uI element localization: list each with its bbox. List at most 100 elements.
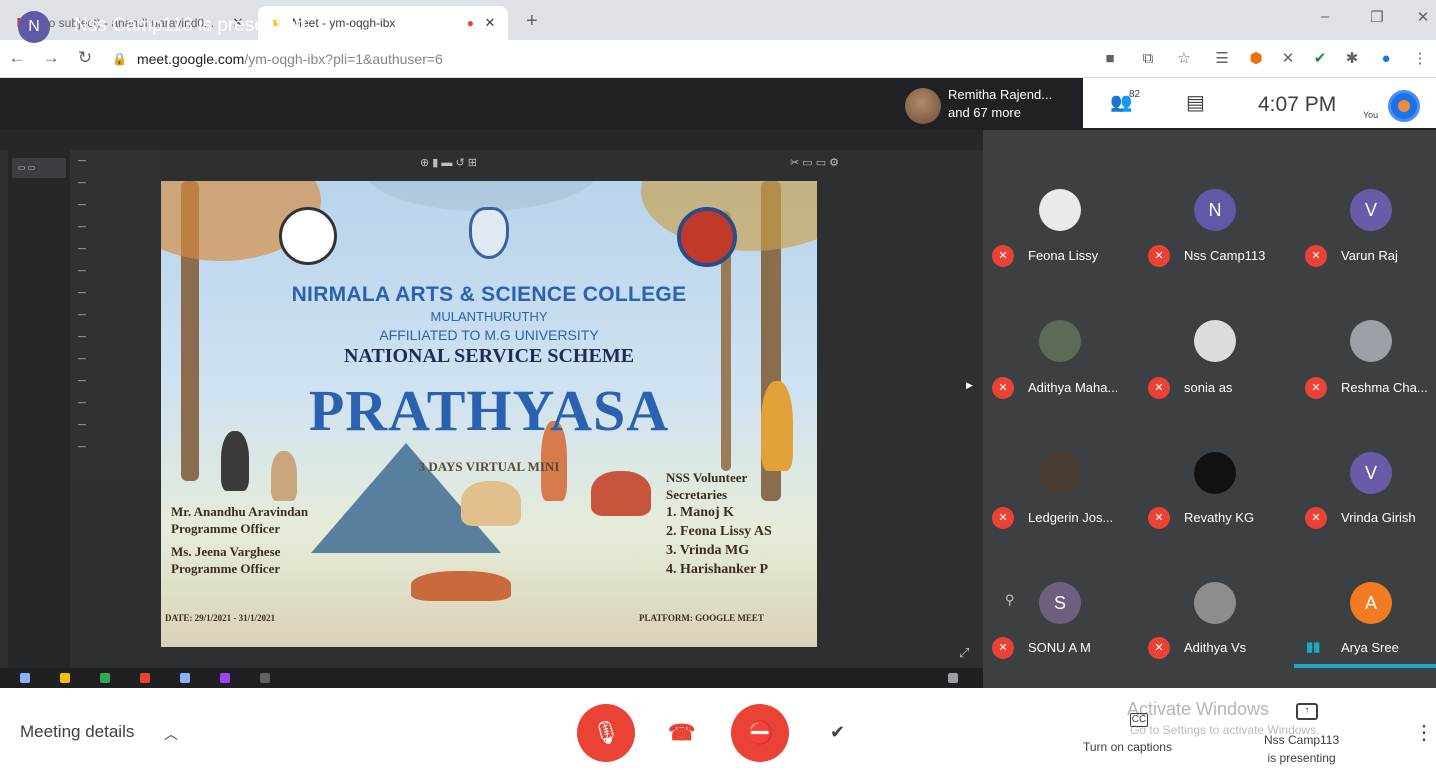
meeting-details-button[interactable]: Meeting details: [20, 722, 134, 742]
participant-name: Revathy KG: [1184, 510, 1255, 525]
slide-place: MULANTHURUTHY: [430, 309, 548, 324]
chevron-up-icon[interactable]: ︿: [164, 724, 178, 744]
menu-line: —: [78, 288, 86, 297]
check-icon[interactable]: ✔: [830, 722, 845, 743]
extension-icon[interactable]: ⬢: [1246, 49, 1266, 69]
presenting-title: Nss Camp113 is presenting: [74, 15, 306, 36]
pin-icon[interactable]: ⚲: [1005, 592, 1015, 608]
camper-illustration: [591, 471, 651, 516]
taskbar-app-icon: [948, 673, 958, 683]
menu-line: —: [78, 354, 86, 363]
mic-toggle-button[interactable]: 🎙: [577, 704, 635, 762]
camper-illustration: [461, 481, 521, 526]
slide-event-title: PRATHYASA: [308, 378, 670, 443]
menu-line: —: [78, 178, 86, 187]
participant-name: Feona Lissy: [1028, 248, 1099, 263]
back-icon[interactable]: ←: [6, 48, 28, 68]
reading-list-icon[interactable]: ☰: [1212, 49, 1232, 69]
close-tab-icon[interactable]: ✕: [482, 15, 498, 31]
captions-label[interactable]: Turn on captions: [1083, 740, 1172, 754]
camper-illustration: [411, 571, 511, 601]
you-label: You: [1363, 110, 1379, 120]
extension-x-icon[interactable]: ✕: [1278, 49, 1298, 69]
puzzle-icon[interactable]: ✱: [1342, 49, 1362, 69]
mic-off-icon: ✕: [992, 507, 1014, 529]
pointer-icon: ▶: [966, 380, 973, 390]
address-bar[interactable]: 🔒 meet.google.com /ym-oqgh-ibx?pli=1&aut…: [112, 44, 1072, 74]
volunteer-item: 1. Manoj K: [666, 505, 735, 520]
profile-icon[interactable]: ●: [1376, 49, 1396, 69]
others-avatar: [905, 88, 941, 124]
mic-off-icon: ✕: [992, 245, 1014, 267]
presenter-avatar: N: [18, 11, 50, 43]
present-now-icon[interactable]: ↑: [1296, 703, 1318, 720]
volunteers-heading-line2: Secretaries: [666, 487, 728, 502]
minimize-icon[interactable]: –: [1310, 8, 1340, 25]
menu-line: —: [78, 310, 86, 319]
officer1-name: Mr. Anandhu Aravindan: [171, 504, 309, 519]
browser-menu-icon[interactable]: ⋮: [1410, 49, 1430, 69]
others-summary[interactable]: Remitha Rajend... and 67 more: [948, 86, 1052, 122]
camera-toggle-button[interactable]: ⛔: [731, 704, 789, 762]
taskbar-app-icon: [260, 673, 270, 683]
slide-scheme: NATIONAL SERVICE SCHEME: [343, 345, 635, 367]
presenting-status[interactable]: Nss Camp113 is presenting: [1264, 731, 1339, 767]
taskbar-app-icon: [180, 673, 190, 683]
menu-line: —: [78, 376, 86, 385]
presented-slide: NIRMALA ARTS & SCIENCE COLLEGE MULANTHUR…: [161, 181, 817, 647]
presenting-line2: is presenting: [1267, 751, 1336, 765]
maximize-icon[interactable]: ❐: [1362, 8, 1392, 26]
translate-icon[interactable]: ⧉: [1138, 49, 1158, 69]
url-path: /ym-oqgh-ibx?pli=1&authuser=6: [244, 51, 443, 67]
tab-title: Meet - ym-oqgh-ibx: [292, 16, 396, 30]
mic-off-icon: ✕: [1305, 377, 1327, 399]
forward-icon[interactable]: →: [40, 48, 62, 68]
others-line1: Remitha Rajend...: [948, 87, 1053, 102]
more-options-icon[interactable]: ⋮: [1414, 720, 1434, 745]
shared-context-menu: — — — — — — — — — — — — — —: [70, 150, 160, 480]
participant-name: Varun Raj: [1341, 248, 1398, 263]
officers-block: Mr. Anandhu Aravindan Programme Officer …: [171, 503, 308, 577]
slide-college-name: NIRMALA ARTS & SCIENCE COLLEGE: [291, 283, 687, 306]
participant-name: Arya Sree: [1341, 640, 1399, 655]
mic-off-icon: ✕: [1148, 245, 1170, 267]
nss-logo: [677, 207, 737, 267]
mic-off-icon: ✕: [1305, 245, 1327, 267]
participant-avatar: N: [1194, 189, 1236, 231]
menu-line: —: [78, 442, 86, 451]
reload-icon[interactable]: ↻: [74, 48, 96, 68]
participant-avatar: A: [1350, 582, 1392, 624]
participant-avatar: S: [1039, 582, 1081, 624]
chat-icon[interactable]: ▤: [1186, 90, 1205, 115]
close-window-icon[interactable]: ✕: [1408, 8, 1436, 26]
officer2-name: Ms. Jeena Varghese: [171, 544, 281, 559]
fullscreen-expand-icon[interactable]: ⤢: [959, 645, 969, 661]
menu-line: —: [78, 244, 86, 253]
slide-date: DATE: 29/1/2021 - 31/1/2021: [165, 613, 276, 623]
slide-platform: PLATFORM: GOOGLE MEET: [639, 613, 764, 623]
volunteer-item: 4. Harishanker P: [666, 562, 769, 577]
menu-line: —: [78, 332, 86, 341]
menu-line: —: [78, 200, 86, 209]
new-tab-button[interactable]: +: [526, 10, 538, 33]
participant-avatar-photo: [1039, 320, 1081, 362]
sidebar-selected-item: ▭ ▭: [12, 158, 66, 178]
mic-off-icon: ✕: [992, 377, 1014, 399]
participant-avatar-photo: [1350, 320, 1392, 362]
participant-name: SONU A M: [1028, 640, 1091, 655]
participant-name: sonia as: [1184, 380, 1233, 395]
participant-avatar-photo: [1194, 452, 1236, 494]
participant-name: Reshma Cha...: [1341, 380, 1428, 395]
college-emblem: [469, 207, 509, 259]
participant-avatar-photo: [1039, 452, 1081, 494]
captions-icon[interactable]: CC: [1130, 713, 1148, 727]
camera-icon[interactable]: ■: [1100, 49, 1120, 69]
participant-avatar-photo: [1039, 189, 1081, 231]
shared-window-titlebar: [0, 130, 983, 150]
hang-up-button[interactable]: ☎: [668, 720, 695, 746]
extension-check-icon[interactable]: ✔: [1310, 49, 1330, 69]
mic-off-icon: ✕: [1305, 507, 1327, 529]
bookmark-star-icon[interactable]: ☆: [1174, 49, 1194, 69]
others-line2: and 67 more: [948, 105, 1021, 120]
self-avatar[interactable]: [1388, 90, 1420, 122]
